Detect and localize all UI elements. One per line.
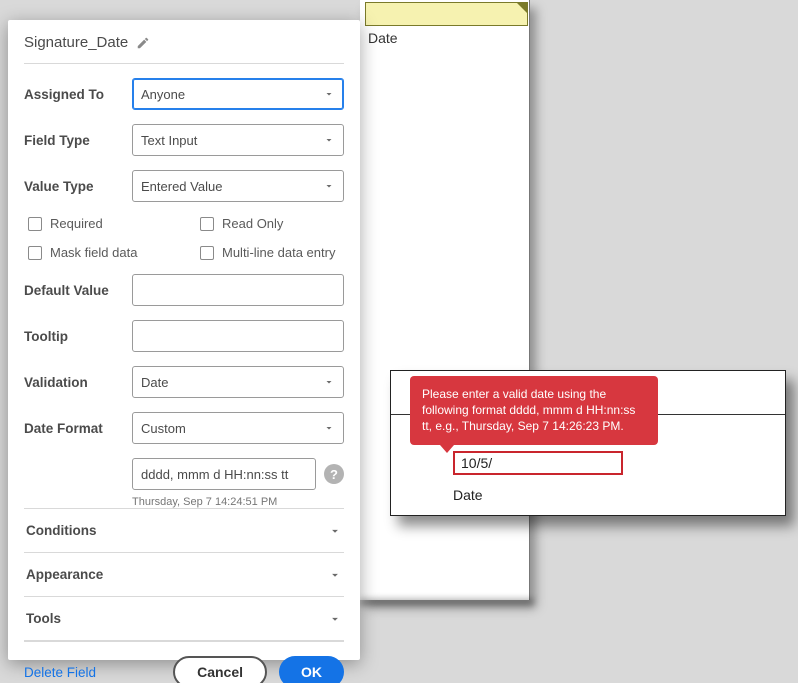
field-name-title: Signature_Date — [24, 34, 128, 51]
signature-date-field-chip[interactable] — [365, 2, 528, 26]
validation-error-tooltip: Please enter a valid date using the foll… — [410, 376, 658, 445]
value-type-select[interactable]: Entered Value — [132, 170, 344, 202]
default-value-input[interactable] — [132, 274, 344, 306]
date-field-label: Date — [453, 487, 483, 503]
date-format-label: Date Format — [24, 421, 132, 436]
chevron-down-icon — [328, 568, 342, 582]
read-only-checkbox[interactable] — [200, 217, 214, 231]
delete-field-link[interactable]: Delete Field — [24, 665, 96, 680]
format-string-input[interactable]: dddd, mmm d HH:nn:ss tt — [132, 458, 316, 490]
accordion-appearance[interactable]: Appearance — [24, 552, 344, 596]
ok-button[interactable]: OK — [279, 656, 344, 683]
chevron-down-icon — [323, 376, 335, 388]
field-chip-label: Date — [368, 30, 398, 46]
validation-select[interactable]: Date — [132, 366, 344, 398]
date-input-invalid[interactable]: 10/5/ — [453, 451, 623, 475]
multiline-label: Multi-line data entry — [222, 245, 335, 260]
pencil-icon[interactable] — [136, 36, 150, 50]
format-preview: Thursday, Sep 7 14:24:51 PM — [132, 496, 344, 508]
multiline-checkbox[interactable] — [200, 246, 214, 260]
help-icon[interactable]: ? — [324, 464, 344, 484]
assigned-to-label: Assigned To — [24, 87, 132, 102]
chevron-down-icon — [328, 612, 342, 626]
chevron-down-icon — [323, 422, 335, 434]
field-properties-panel: Signature_Date Assigned To Anyone Field … — [8, 20, 360, 660]
validation-label: Validation — [24, 375, 132, 390]
date-format-select[interactable]: Custom — [132, 412, 344, 444]
accordion-tools[interactable]: Tools — [24, 596, 344, 641]
cancel-button[interactable]: Cancel — [173, 656, 267, 683]
chevron-down-icon — [323, 134, 335, 146]
tooltip-input[interactable] — [132, 320, 344, 352]
assigned-to-select[interactable]: Anyone — [132, 78, 344, 110]
chevron-down-icon — [323, 88, 335, 100]
tooltip-label: Tooltip — [24, 329, 132, 344]
required-checkbox[interactable] — [28, 217, 42, 231]
chevron-down-icon — [323, 180, 335, 192]
chevron-down-icon — [328, 524, 342, 538]
default-value-label: Default Value — [24, 283, 132, 298]
read-only-label: Read Only — [222, 216, 283, 231]
required-label: Required — [50, 216, 103, 231]
accordion-conditions[interactable]: Conditions — [24, 508, 344, 552]
value-type-label: Value Type — [24, 179, 132, 194]
mask-checkbox[interactable] — [28, 246, 42, 260]
field-type-label: Field Type — [24, 133, 132, 148]
mask-label: Mask field data — [50, 245, 137, 260]
field-type-select[interactable]: Text Input — [132, 124, 344, 156]
